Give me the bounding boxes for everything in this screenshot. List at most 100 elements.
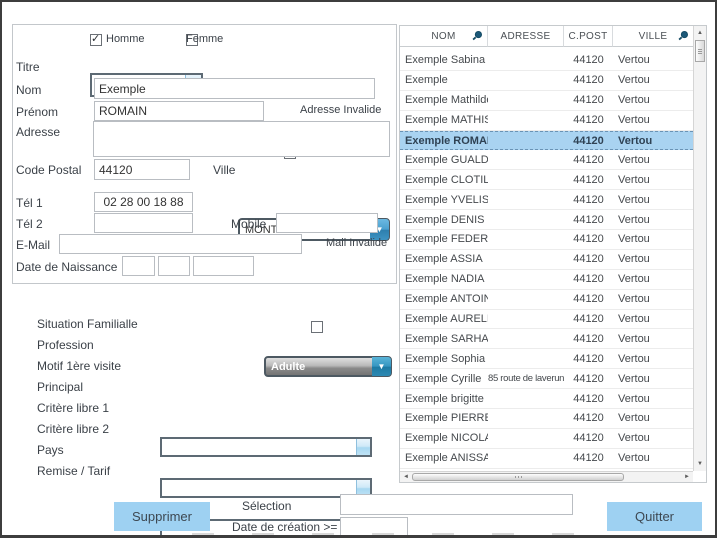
age-category-combobox[interactable]: Adulte ▼ (264, 356, 392, 377)
table-cell: Vertou (618, 352, 650, 365)
table-row[interactable]: Exemple 44120 Vertou (400, 71, 693, 91)
table-cell: 44120 (573, 213, 604, 226)
table-cell: Vertou (618, 54, 650, 67)
table-cell: Exemple (405, 74, 448, 87)
table-row[interactable]: Exemple ROMAIN 44120 Vertou (400, 130, 693, 151)
table-cell: Vertou (618, 372, 650, 385)
scroll-up-icon[interactable]: ▲ (697, 30, 703, 36)
mobile-input[interactable] (276, 213, 378, 233)
table-row[interactable]: Exemple Sophia 44120 Vertou (400, 349, 693, 370)
table-row[interactable]: Exemple Mathilde 44120 Vertou (400, 91, 693, 111)
quitter-button[interactable]: Quitter (607, 502, 702, 531)
prenom-value: ROMAIN (99, 104, 147, 118)
table-cell: Exemple DENIS (405, 213, 485, 226)
table-cell: Vertou (618, 233, 650, 246)
selection-input[interactable] (340, 494, 573, 515)
table-cell: 44120 (573, 94, 604, 107)
column-header-ville[interactable]: VILLE (613, 26, 693, 47)
extra-field-label: Principal (37, 380, 84, 394)
extra-field-label: Profession (37, 338, 94, 352)
prenom-input[interactable]: ROMAIN (94, 101, 264, 121)
table-row[interactable]: Exemple NADIA 44120 Vertou (400, 270, 693, 290)
table-row[interactable]: Exemple Cyrille 85 route de laverune 44120… (400, 369, 693, 390)
table-row[interactable]: Exemple FEDERICO 44120 Vertou (400, 230, 693, 250)
nom-label: Nom (16, 83, 42, 97)
adresse-label: Adresse (16, 125, 61, 139)
table-row[interactable]: Exemple MATHIS 44120 Vertou (400, 111, 693, 131)
table-cell: 44120 (573, 134, 604, 147)
horizontal-scrollbar[interactable]: ◄ ► (400, 471, 693, 482)
horizontal-scroll-thumb[interactable] (412, 473, 624, 481)
extra-field-combobox[interactable] (160, 437, 372, 457)
table-row[interactable]: Exemple GUALDNA 44120 Vertou (400, 150, 693, 171)
table-row[interactable]: Exemple NICOLAS 44120 Vertou (400, 429, 693, 449)
table-row[interactable]: Exemple CLOTILDE 44120 Vertou (400, 170, 693, 191)
patient-form-window: Homme Femme Titre M. Nom Exemple Prénom … (0, 0, 717, 538)
patients-table: NOM ADRESSE C.POST VILLE Exemple Sabina … (399, 25, 707, 483)
extra-field-label: Pays (37, 443, 64, 457)
search-icon[interactable] (678, 30, 689, 41)
date-creation-label: Date de création >= (232, 520, 338, 534)
table-row[interactable]: Exemple brigitte 44120 Vertou (400, 389, 693, 410)
birth-month-input[interactable] (158, 256, 190, 276)
email-input[interactable] (59, 234, 302, 254)
table-cell: 44120 (573, 114, 604, 127)
tel2-input[interactable] (94, 213, 193, 233)
table-cell: Vertou (618, 94, 650, 107)
table-cell: Vertou (618, 452, 650, 465)
table-cell: Exemple YVELISE (405, 193, 488, 206)
scroll-left-icon[interactable]: ◄ (403, 474, 409, 480)
table-row[interactable]: Exemple DENIS 44120 Vertou (400, 210, 693, 231)
table-row[interactable]: Exemple AURELIE 44120 Vertou (400, 310, 693, 330)
age-category-dropdown-button[interactable]: ▼ (372, 357, 391, 376)
table-cell: Vertou (618, 273, 650, 286)
prenom-label: Prénom (16, 105, 59, 119)
column-header-nom[interactable]: NOM (400, 26, 488, 47)
mobile-label: Mobile (231, 217, 267, 231)
vertical-scroll-thumb[interactable] (695, 40, 705, 62)
supprimer-button[interactable]: Supprimer (114, 502, 210, 531)
extra-field-dropdown-button[interactable] (356, 439, 370, 455)
scroll-down-icon[interactable]: ▼ (697, 461, 703, 467)
table-cell: Exemple brigitte (405, 392, 484, 405)
extra-field-label: Motif 1ère visite (37, 359, 122, 373)
table-row[interactable]: Exemple Sabina 44120 Vertou (400, 51, 693, 71)
column-header-adresse[interactable]: ADRESSE (488, 26, 564, 47)
table-header: NOM ADRESSE C.POST VILLE (400, 26, 693, 47)
table-row[interactable]: Exemple YVELISE 44120 Vertou (400, 190, 693, 211)
ville-label: Ville (213, 163, 236, 177)
table-cell: Exemple Cyrille (405, 372, 482, 385)
search-icon[interactable] (472, 30, 483, 41)
adresse-invalide-label: Adresse Invalide (300, 104, 382, 116)
column-header-cpost[interactable]: C.POST (564, 26, 613, 47)
table-row[interactable]: Exemple ASSIA 44120 Vertou (400, 250, 693, 270)
birth-year-input[interactable] (193, 256, 254, 276)
table-cell: Exemple CLOTILDE (405, 173, 488, 186)
birth-day-input[interactable] (122, 256, 155, 276)
vertical-scrollbar[interactable]: ▲ ▼ (693, 26, 706, 471)
adresse-textarea[interactable] (93, 121, 390, 157)
code-postal-input[interactable]: 44120 (94, 159, 190, 180)
date-naissance-label: Date de Naissance (16, 260, 118, 274)
table-cell: Exemple FEDERICO (405, 233, 488, 246)
mail-invalide-checkbox[interactable] (311, 321, 323, 333)
table-cell: Exemple Mathilde (405, 94, 488, 107)
table-row[interactable]: Exemple PIERRE 44120 Vertou (400, 409, 693, 429)
table-cell: Exemple Sophia (405, 352, 486, 365)
table-cell: 44120 (573, 332, 604, 345)
table-row[interactable]: Exemple SARHA 44120 Vertou (400, 329, 693, 350)
homme-checkbox[interactable] (90, 32, 102, 46)
tel1-input[interactable]: 02 28 00 18 88 (94, 192, 193, 212)
scroll-right-icon[interactable]: ► (684, 474, 690, 480)
table-cell: Vertou (618, 134, 653, 147)
table-cell: 44120 (573, 372, 604, 385)
table-row[interactable]: Exemple ANTOINE 44120 Vertou (400, 290, 693, 310)
table-cell: Exemple NICOLAS (405, 432, 488, 445)
column-header-nom-label: NOM (431, 30, 456, 42)
table-cell: Exemple ASSIA (405, 253, 483, 266)
femme-label: Femme (186, 33, 224, 45)
homme-label: Homme (106, 33, 145, 45)
table-cell: 44120 (573, 173, 604, 186)
nom-input[interactable]: Exemple (94, 78, 375, 99)
table-row[interactable]: Exemple ANISSA 44120 Vertou (400, 449, 693, 469)
